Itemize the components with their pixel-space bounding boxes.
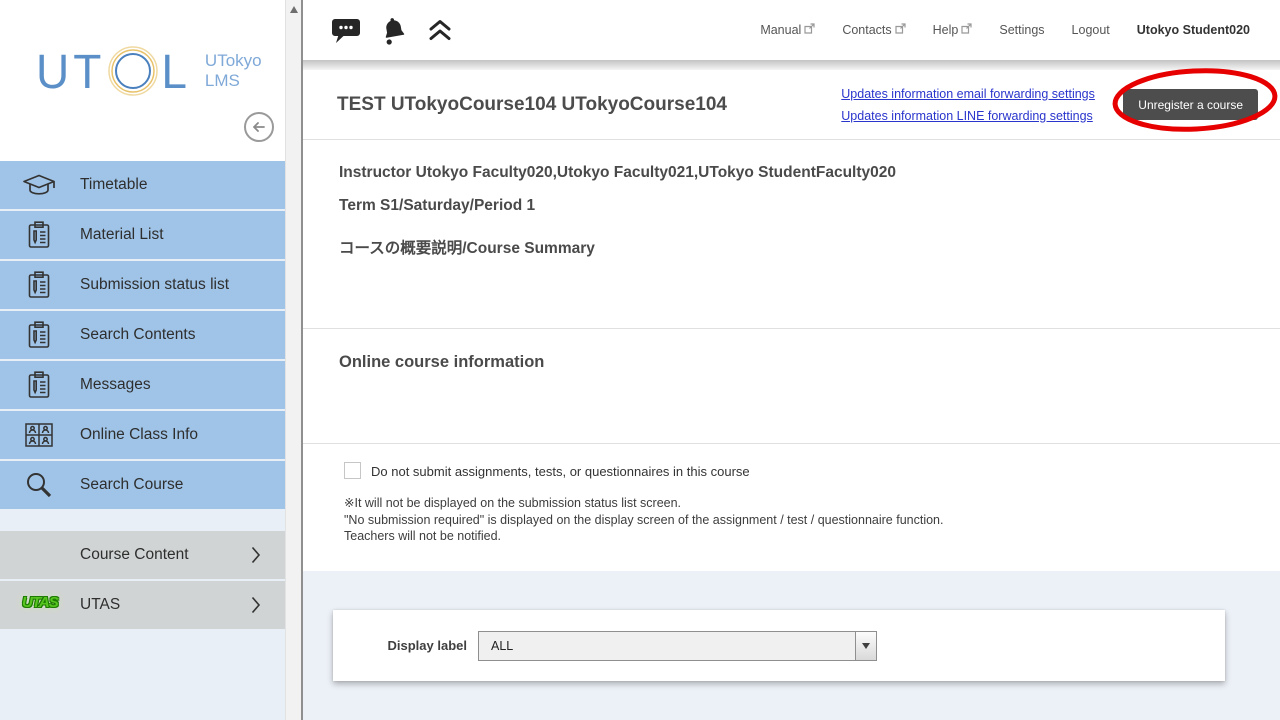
instructor-text: Instructor Utokyo Faculty020,Utokyo Facu… (339, 164, 1280, 182)
caret-down-icon (862, 643, 870, 649)
sidebar-item-label: Search Course (80, 476, 183, 494)
main-area: Manual Contacts Help (301, 0, 1280, 720)
select-dropdown-arrow[interactable] (855, 632, 876, 660)
sidebar-item-online-class-info[interactable]: Online Class Info (0, 411, 285, 459)
arrow-left-icon (251, 119, 267, 135)
line-forwarding-settings-link[interactable]: Updates information LINE forwarding sett… (841, 109, 1109, 123)
manual-link-label: Manual (760, 23, 801, 37)
sidebar-item-label: Material List (80, 226, 164, 244)
sidebar-scrollbar[interactable] (285, 0, 301, 720)
optout-row: Do not submit assignments, tests, or que… (344, 462, 1280, 479)
double-chevron-up-icon[interactable] (427, 17, 453, 43)
logout-link[interactable]: Logout (1072, 23, 1110, 37)
online-course-info-section: Online course information (303, 328, 1280, 443)
sidebar-item-course-content[interactable]: Course Content (0, 531, 285, 579)
email-forwarding-settings-link[interactable]: Updates information email forwarding set… (841, 87, 1109, 101)
bell-icon[interactable] (378, 13, 411, 47)
logo-text-left: UT (36, 43, 105, 100)
optout-note-3: Teachers will not be notified. (344, 528, 1280, 545)
course-info-section: Instructor Utokyo Faculty020,Utokyo Facu… (303, 140, 1280, 328)
sidebar-item-material-list[interactable]: Material List (0, 211, 285, 259)
optout-notes: ※It will not be displayed on the submiss… (344, 495, 1280, 545)
sidebar-item-timetable[interactable]: Timetable (0, 161, 285, 209)
chat-icon[interactable] (331, 17, 361, 44)
settings-link-label: Settings (999, 23, 1044, 37)
external-link-icon (961, 23, 972, 34)
clipboard-icon (22, 320, 56, 350)
graduation-cap-icon (22, 173, 56, 197)
utas-logo: UTAS (22, 594, 58, 611)
clipboard-icon (22, 270, 56, 300)
menu-gap (0, 511, 285, 531)
submission-optout-section: Do not submit assignments, tests, or que… (303, 443, 1280, 571)
topbar-shadow (303, 60, 1280, 70)
sidebar-item-label: Course Content (22, 546, 189, 564)
utol-logo: UT L UTokyo LMS (36, 44, 262, 98)
display-label-selected-value: ALL (491, 639, 513, 653)
optout-note-2: "No submission required" is displayed on… (344, 512, 1280, 529)
sidebar-item-label: Messages (80, 376, 151, 394)
sidebar-collapse-button[interactable] (244, 112, 274, 142)
optout-note-1: ※It will not be displayed on the submiss… (344, 495, 1280, 512)
unregister-course-button[interactable]: Unregister a course (1123, 89, 1258, 120)
logo-subtitle: UTokyo LMS (205, 51, 262, 91)
sidebar-item-label: Online Class Info (80, 426, 198, 444)
sidebar-item-label: Timetable (80, 176, 147, 194)
sidebar-item-search-course[interactable]: Search Course (0, 461, 285, 509)
help-link[interactable]: Help (933, 23, 973, 37)
logo-area: UT L UTokyo LMS (0, 0, 285, 161)
class-grid-icon (22, 422, 56, 448)
contacts-link[interactable]: Contacts (842, 23, 905, 37)
do-not-submit-label[interactable]: Do not submit assignments, tests, or que… (371, 462, 750, 479)
logo-subtitle-line2: LMS (205, 71, 262, 91)
do-not-submit-checkbox[interactable] (344, 462, 361, 479)
course-panel: TEST UTokyoCourse104 UTokyoCourse104 Upd… (303, 70, 1280, 571)
logo-o-rings-icon (107, 45, 159, 97)
course-summary-heading: コースの概要説明/Course Summary (339, 236, 1280, 258)
sidebar-item-messages[interactable]: Messages (0, 361, 285, 409)
external-link-icon (804, 23, 815, 34)
sidebar: UT L UTokyo LMS (0, 0, 285, 720)
logout-link-label: Logout (1072, 23, 1110, 37)
sidebar-menu: Timetable Material List (0, 161, 285, 629)
manual-link[interactable]: Manual (760, 23, 815, 37)
display-label-select[interactable]: ALL (478, 631, 877, 661)
sidebar-item-utas[interactable]: UTAS UTAS (0, 581, 285, 629)
bottom-area: Display label ALL (303, 571, 1280, 720)
contacts-link-label: Contacts (842, 23, 891, 37)
course-header: TEST UTokyoCourse104 UTokyoCourse104 Upd… (303, 70, 1280, 140)
utol-lms-page: UT L UTokyo LMS (0, 0, 1280, 720)
display-label-text: Display label (333, 638, 467, 653)
term-text: Term S1/Saturday/Period 1 (339, 197, 1280, 215)
help-link-label: Help (933, 23, 959, 37)
settings-link[interactable]: Settings (999, 23, 1044, 37)
scroll-up-arrow-icon[interactable] (290, 6, 298, 13)
chevron-right-icon (251, 546, 261, 564)
logo-text-right: L (161, 43, 191, 100)
sidebar-item-label: Search Contents (80, 326, 195, 344)
search-icon (22, 471, 56, 499)
online-course-info-heading: Online course information (339, 353, 1280, 372)
display-label-card: Display label ALL (333, 610, 1225, 681)
clipboard-icon (22, 220, 56, 250)
user-name[interactable]: Utokyo Student020 (1137, 23, 1250, 37)
chevron-right-icon (251, 596, 261, 614)
sidebar-item-label: Submission status list (80, 276, 229, 294)
logo-subtitle-line1: UTokyo (205, 51, 262, 71)
sidebar-item-submission-status-list[interactable]: Submission status list (0, 261, 285, 309)
sidebar-item-search-contents[interactable]: Search Contents (0, 311, 285, 359)
forwarding-links: Updates information email forwarding set… (841, 87, 1109, 123)
external-link-icon (895, 23, 906, 34)
clipboard-icon (22, 370, 56, 400)
topbar: Manual Contacts Help (303, 0, 1280, 60)
course-title: TEST UTokyoCourse104 UTokyoCourse104 (337, 94, 727, 116)
topbar-links: Manual Contacts Help (760, 23, 1250, 37)
